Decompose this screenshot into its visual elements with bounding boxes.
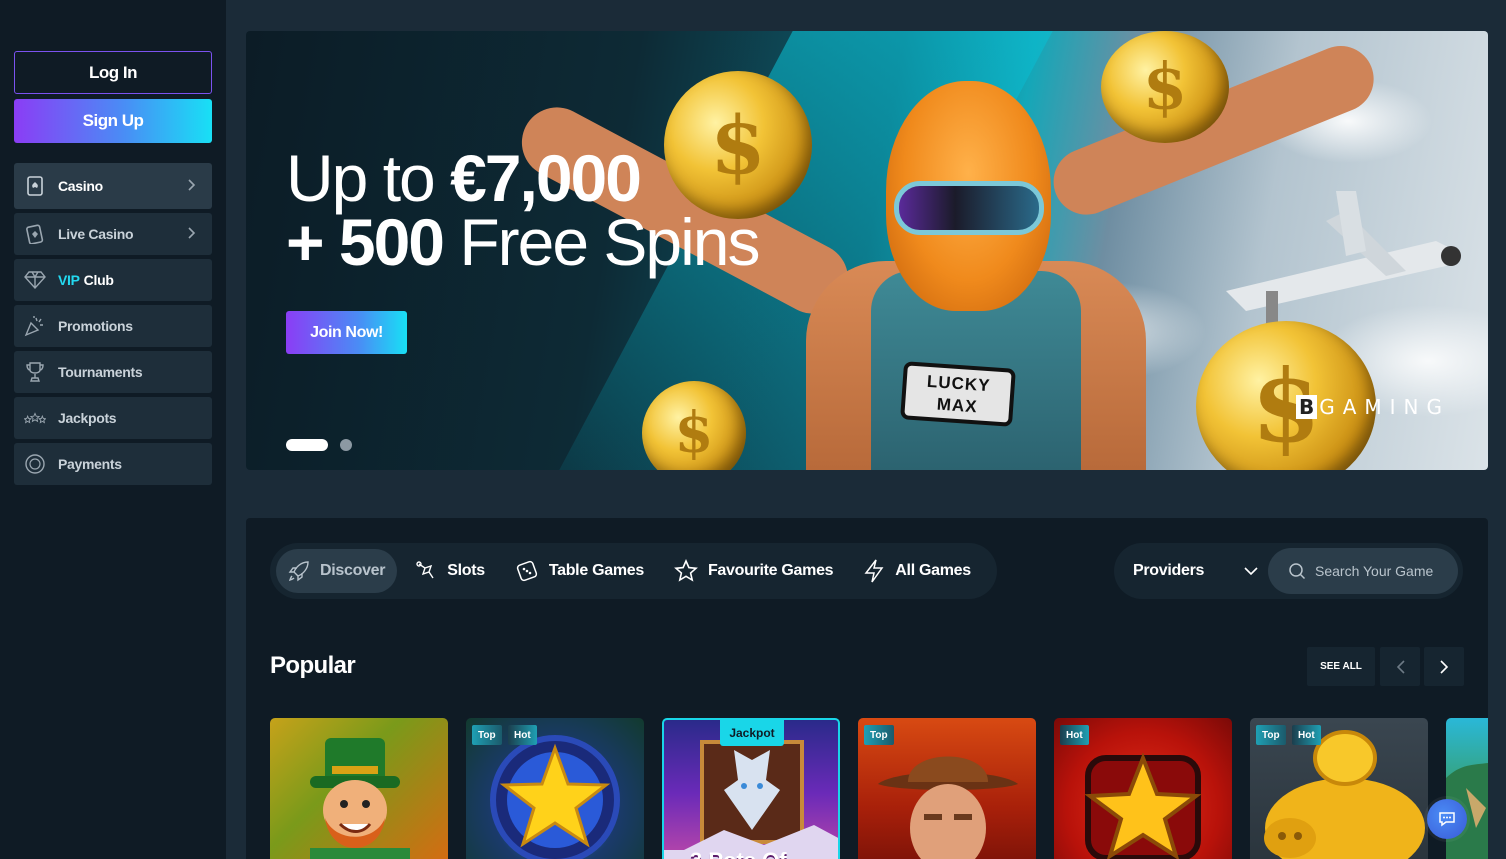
tab-slots[interactable]: Slots <box>403 549 497 593</box>
next-arrow-button[interactable] <box>1424 647 1464 686</box>
sidebar-item-vip-club[interactable]: VIP Club <box>14 259 212 301</box>
stars-icon <box>24 407 46 429</box>
sidebar-item-label: Payments <box>58 456 122 472</box>
tag-top: Top <box>864 725 894 745</box>
confetti-icon <box>24 315 46 337</box>
tab-discover[interactable]: Discover <box>276 549 398 593</box>
search-box[interactable] <box>1268 548 1458 594</box>
leprechaun-artwork <box>310 738 410 859</box>
tag-hot: Hot <box>508 725 537 745</box>
tag-hot: Hot <box>1292 725 1321 745</box>
sidebar-nav: Casino Live Casino VIP Club Promotions T… <box>14 163 212 489</box>
sidebar-item-casino[interactable]: Casino <box>14 163 212 209</box>
game-title-partial: 3 Pots Of <box>690 848 787 859</box>
see-all-button[interactable]: SEE ALL <box>1307 647 1375 686</box>
sidebar-item-jackpots[interactable]: Jackpots <box>14 397 212 439</box>
tab-favourite-games[interactable]: Favourite Games <box>662 549 845 593</box>
games-panel: Discover Slots Table Games Favourite Gam… <box>246 518 1488 859</box>
carousel-dot-2[interactable] <box>340 439 352 451</box>
tab-table-games[interactable]: Table Games <box>503 549 656 593</box>
chevron-right-icon <box>188 178 196 194</box>
tab-all-games[interactable]: All Games <box>851 549 983 593</box>
providers-bar: Providers <box>1114 543 1463 599</box>
diamond-icon <box>24 269 46 291</box>
sidebar: Log In Sign Up Casino Live Casino VIP Cl… <box>0 0 226 859</box>
section-title-popular: Popular <box>270 652 356 679</box>
banner-headline: Up to €7,000 + 500 Free Spins <box>286 141 760 279</box>
carousel-dots <box>286 439 352 451</box>
game-card[interactable] <box>270 718 448 859</box>
sidebar-item-promotions[interactable]: Promotions <box>14 305 212 347</box>
sidebar-item-tournaments[interactable]: Tournaments <box>14 351 212 393</box>
sidebar-item-label: Club <box>83 272 114 288</box>
lucky-max-badge: LUCKY MAX <box>900 361 1016 427</box>
search-input[interactable] <box>1315 563 1455 579</box>
game-card[interactable]: Top <box>858 718 1036 859</box>
sidebar-item-live-casino[interactable]: Live Casino <box>14 213 212 255</box>
star-outline-icon <box>674 559 698 583</box>
game-card[interactable]: Hot <box>1054 718 1232 859</box>
login-button[interactable]: Log In <box>14 51 212 94</box>
game-card[interactable]: Top Hot <box>1250 718 1428 859</box>
airplane-illustration <box>1226 191 1461 331</box>
game-card[interactable]: Top Hot <box>466 718 644 859</box>
tab-label: Favourite Games <box>707 562 834 579</box>
providers-label: Providers <box>1133 562 1205 579</box>
tab-label: All Games <box>895 562 971 579</box>
tag-top: Top <box>1256 725 1286 745</box>
signup-button[interactable]: Sign Up <box>14 99 212 143</box>
game-card[interactable]: Jackpot 3 Pots Of <box>662 718 840 859</box>
sidebar-item-label: Casino <box>58 178 103 194</box>
category-tabs: Discover Slots Table Games Favourite Gam… <box>270 543 997 599</box>
providers-dropdown[interactable]: Providers <box>1133 543 1258 599</box>
bolt-icon <box>863 559 885 583</box>
character-goggles <box>894 181 1044 235</box>
search-icon <box>1288 562 1306 580</box>
slot-icon <box>415 560 437 582</box>
chat-support-button[interactable] <box>1427 799 1467 839</box>
sidebar-item-label: Promotions <box>58 318 133 334</box>
cards-icon <box>24 175 46 197</box>
tab-label: Slots <box>447 562 485 579</box>
sidebar-item-label: Live Casino <box>58 226 134 242</box>
sidebar-item-label: Jackpots <box>58 410 117 426</box>
chevron-right-icon <box>1439 659 1449 674</box>
sidebar-item-label: Tournaments <box>58 364 143 380</box>
tab-label: Table Games <box>548 562 644 579</box>
tag-jackpot: Jackpot <box>720 720 784 746</box>
join-now-button[interactable]: Join Now! <box>286 311 407 354</box>
tab-label: Discover <box>320 562 386 579</box>
prev-arrow-button[interactable] <box>1380 647 1420 686</box>
rocket-icon <box>288 560 310 582</box>
gold-coin: $ <box>1101 31 1229 143</box>
bgaming-logo: B GAMING <box>1295 395 1450 419</box>
coin-icon <box>24 453 46 475</box>
vip-accent-label: VIP <box>58 272 80 288</box>
promo-banner[interactable]: LUCKY MAX $ $ $ $ B GAMING Up to €7,000 +… <box>246 31 1488 470</box>
chat-icon <box>1438 811 1456 827</box>
chevron-left-icon <box>1396 659 1405 674</box>
tag-top: Top <box>472 725 502 745</box>
chevron-right-icon <box>188 226 196 242</box>
dice-icon <box>515 559 539 583</box>
sidebar-item-payments[interactable]: Payments <box>14 443 212 485</box>
trophy-icon <box>24 361 46 383</box>
tag-hot: Hot <box>1060 725 1089 745</box>
carousel-dot-1[interactable] <box>286 439 328 451</box>
live-card-icon <box>24 223 46 245</box>
chevron-down-icon <box>1244 566 1258 576</box>
